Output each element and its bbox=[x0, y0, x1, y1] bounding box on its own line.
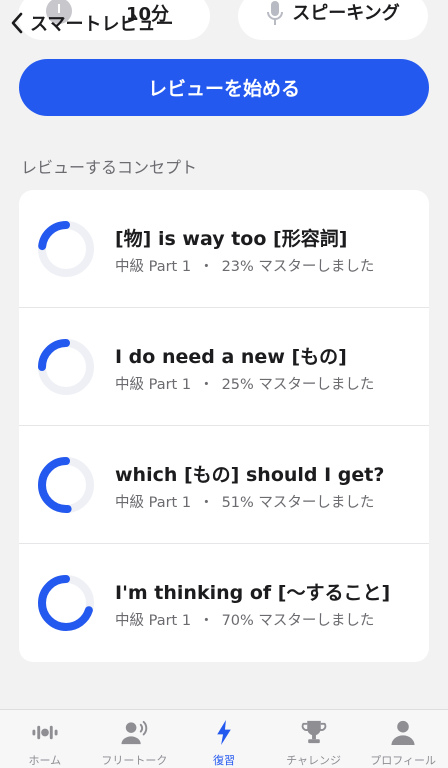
lightning-icon bbox=[217, 719, 231, 746]
level-label: 中級 Part 1 bbox=[115, 613, 192, 629]
back-button[interactable]: スマートレビュー bbox=[10, 8, 173, 38]
separator: ・ bbox=[199, 495, 214, 511]
concept-list: [物] is way too [形容詞] 中級 Part 1 ・ 23% マスターし… bbox=[19, 190, 429, 662]
tab-home[interactable]: ホーム bbox=[0, 710, 90, 768]
mastery-progress-ring bbox=[38, 575, 94, 631]
page-title: スマートレビュー bbox=[30, 14, 174, 35]
mastery-label: 70% マスターしました bbox=[221, 613, 375, 629]
concept-meta: 中級 Part 1 ・ 70% マスターしました bbox=[115, 609, 374, 630]
speaking-label: スピーキング bbox=[292, 3, 400, 24]
concept-title: which [もの] should I get? bbox=[115, 464, 385, 486]
person-icon bbox=[391, 720, 415, 746]
mastery-progress-ring bbox=[38, 221, 94, 277]
concept-item[interactable]: I do need a new [もの] 中級 Part 1 ・ 25% マスターし… bbox=[19, 308, 429, 426]
microphone-icon bbox=[267, 1, 284, 25]
tab-label: プロフィール bbox=[370, 754, 437, 767]
level-label: 中級 Part 1 bbox=[115, 259, 192, 275]
concept-item[interactable]: I'm thinking of [〜すること] 中級 Part 1 ・ 70% マス… bbox=[19, 544, 429, 662]
section-title: レビューするコンセプト bbox=[21, 158, 198, 177]
tab-label: フリートーク bbox=[101, 754, 168, 767]
concept-title: I do need a new [もの] bbox=[115, 346, 347, 368]
mastery-label: 23% マスターしました bbox=[221, 259, 375, 275]
chevron-left-icon bbox=[11, 12, 23, 34]
concept-title: [物] is way too [形容詞] bbox=[115, 228, 348, 250]
level-label: 中級 Part 1 bbox=[115, 377, 192, 393]
level-label: 中級 Part 1 bbox=[115, 495, 192, 511]
tab-profile[interactable]: プロフィール bbox=[358, 710, 448, 768]
concept-item[interactable]: [物] is way too [形容詞] 中級 Part 1 ・ 23% マスターし… bbox=[19, 190, 429, 308]
tab-review[interactable]: 復習 bbox=[179, 710, 269, 768]
concept-item[interactable]: which [もの] should I get? 中級 Part 1 ・ 51% マ… bbox=[19, 426, 429, 544]
separator: ・ bbox=[199, 613, 214, 629]
tab-free-talk[interactable]: フリートーク bbox=[90, 710, 180, 768]
waveform-icon bbox=[32, 725, 58, 740]
tab-challenge[interactable]: チャレンジ bbox=[269, 710, 359, 768]
concept-meta: 中級 Part 1 ・ 25% マスターしました bbox=[115, 373, 374, 394]
separator: ・ bbox=[199, 259, 214, 275]
tab-label: ホーム bbox=[28, 754, 62, 767]
start-review-button[interactable]: レビューを始める bbox=[19, 59, 429, 116]
mastery-progress-ring bbox=[38, 339, 94, 395]
tab-label: チャレンジ bbox=[286, 754, 342, 767]
speaking-pill[interactable]: スピーキング bbox=[238, 0, 428, 40]
concept-meta: 中級 Part 1 ・ 23% マスターしました bbox=[115, 255, 374, 276]
concept-title: I'm thinking of [〜すること] bbox=[115, 582, 391, 604]
mastery-label: 51% マスターしました bbox=[221, 495, 375, 511]
tab-bar: ホーム フリートーク 復習 チャレンジ プロフィール bbox=[0, 709, 448, 768]
trophy-icon bbox=[301, 720, 326, 744]
mastery-progress-ring bbox=[38, 457, 94, 513]
speaking-person-icon bbox=[121, 720, 148, 745]
tab-label: 復習 bbox=[212, 754, 235, 767]
concept-meta: 中級 Part 1 ・ 51% マスターしました bbox=[115, 491, 374, 512]
separator: ・ bbox=[199, 377, 214, 393]
mastery-label: 25% マスターしました bbox=[221, 377, 375, 393]
